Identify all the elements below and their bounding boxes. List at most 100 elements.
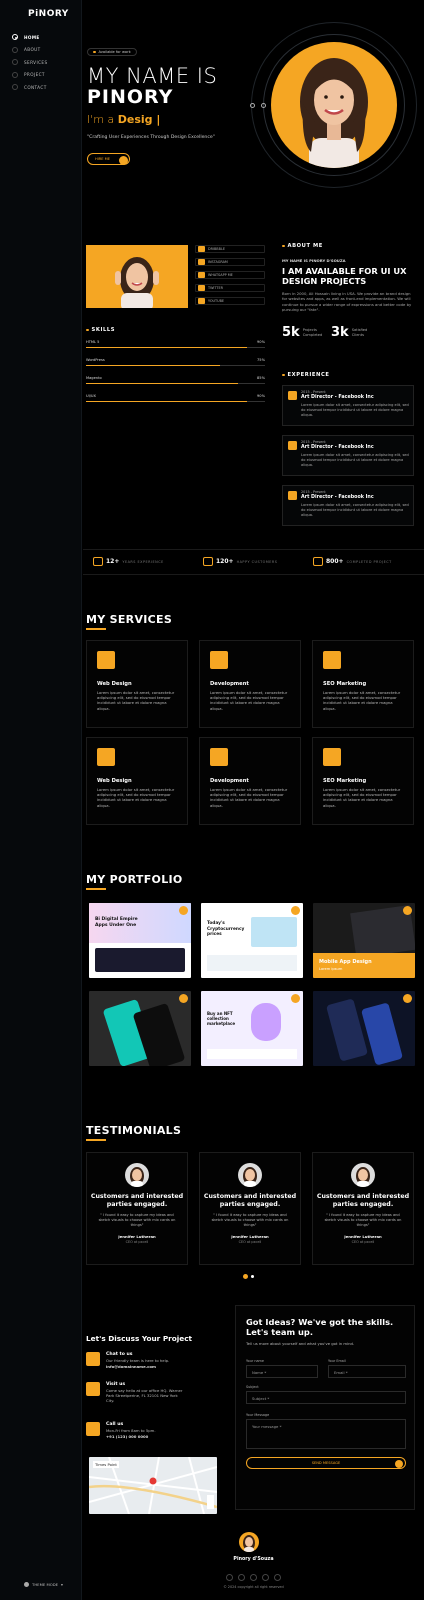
service-card[interactable]: Development Lorem ipsum dolor sit amet, c… <box>199 640 301 728</box>
subject-label: Subject <box>246 1385 259 1389</box>
nav-item-project[interactable]: PROJECT <box>12 69 48 82</box>
form-subtitle: Tell us more about yourself and what you… <box>246 1341 355 1346</box>
users-icon <box>203 557 213 566</box>
heading-underline <box>86 628 106 630</box>
nav-item-services[interactable]: SERVICES <box>12 56 48 69</box>
name-label: Your name <box>246 1359 264 1363</box>
service-card[interactable]: SEO Marketing Lorem ipsum dolor sit amet,… <box>312 737 414 825</box>
service-card[interactable]: Web Design Lorem ipsum dolor sit amet, co… <box>86 640 188 728</box>
social-instagram[interactable]: INSTAGRAM <box>195 258 265 266</box>
code-icon <box>210 748 228 766</box>
portfolio-item-2[interactable]: Today's Cryptocurrency prices <box>201 903 303 978</box>
briefcase-icon <box>288 491 297 500</box>
briefcase-icon <box>313 557 323 566</box>
service-card[interactable]: SEO Marketing Lorem ipsum dolor sit amet,… <box>312 640 414 728</box>
experience-card: 2015 - Present Art Director - Facebook In… <box>282 385 414 426</box>
service-card[interactable]: Development Lorem ipsum dolor sit amet, c… <box>199 737 301 825</box>
plus-icon <box>403 994 412 1003</box>
skill-item: Magento 85% <box>86 376 265 385</box>
skill-percent: 90% <box>257 340 265 344</box>
briefcase-icon <box>288 391 297 400</box>
about-heading: ABOUT ME <box>282 243 323 249</box>
skill-bar-fill <box>86 383 239 385</box>
experience-card: 2015 - Present Art Director - Facebook In… <box>282 485 414 526</box>
twitter-icon[interactable] <box>237 1574 245 1581</box>
hero-line-1: MY NAME IS <box>87 64 218 88</box>
theme-mode-toggle[interactable]: THEME MODE ▾ <box>24 1582 63 1587</box>
arrow-icon <box>118 155 128 165</box>
about-text: Born in 2000, Ali Hossain living in USA.… <box>282 291 412 313</box>
about-photo <box>86 245 188 308</box>
pinterest-icon[interactable] <box>274 1574 282 1581</box>
plus-icon <box>291 994 300 1003</box>
photo-illustration <box>115 257 159 308</box>
nav-dot-icon <box>12 59 18 66</box>
skill-bar-fill <box>86 401 248 403</box>
location-map[interactable]: Times Point <box>89 1457 217 1514</box>
contact-heading: Let's Discuss Your Project <box>86 1334 193 1343</box>
testimonial-card: Customers and interested parties engaged… <box>199 1152 301 1265</box>
plus-icon <box>291 906 300 915</box>
portfolio-item-4[interactable] <box>89 991 191 1066</box>
skill-bar-fill <box>86 365 221 367</box>
carousel-dot-active[interactable] <box>243 1274 248 1279</box>
message-field[interactable]: Your message * <box>246 1419 406 1449</box>
arrow-icon <box>395 1460 403 1468</box>
portfolio-item-1[interactable]: Bi Digital Empire Apps Under One <box>89 903 191 978</box>
hire-me-button[interactable]: HIRE ME <box>87 153 130 165</box>
phone-icon <box>86 1422 100 1436</box>
facebook-icon[interactable] <box>225 1574 233 1581</box>
code-icon <box>210 651 228 669</box>
email-field[interactable]: Email * <box>328 1365 406 1378</box>
social-dribbble[interactable]: DRIBBBLE <box>195 245 265 253</box>
portfolio-heading: MY PORTFOLIO <box>86 873 183 886</box>
hero-tagline: "Crafting User Experiences Through Desig… <box>87 135 215 140</box>
slider-dot[interactable] <box>250 103 255 108</box>
nav-dot-icon <box>12 34 18 41</box>
experience-heading: EXPERIENCE <box>282 372 330 378</box>
skill-name: HTML 5 <box>86 340 100 344</box>
skill-percent: 90% <box>257 394 265 398</box>
footer-name: Pinory d'Souza <box>233 1557 274 1562</box>
send-message-button[interactable]: SEND MESSAGE <box>246 1457 406 1469</box>
stat-projects: 5k Projects Completed <box>282 325 323 340</box>
nav-dot-icon <box>12 46 18 53</box>
counter-years: 12+ YEARS EXPERIENCE <box>93 557 164 566</box>
skill-bar <box>86 401 265 403</box>
social-twitter[interactable]: TWITTER <box>195 284 265 292</box>
heading-underline <box>86 888 106 890</box>
subject-field[interactable]: Subject * <box>246 1391 406 1404</box>
testimonial-card: Customers and interested parties engaged… <box>312 1152 414 1265</box>
plus-icon <box>179 906 188 915</box>
skill-bar <box>86 365 265 367</box>
nav-dot-icon <box>12 71 18 78</box>
nav-item-contact[interactable]: CONTACT <box>12 81 48 94</box>
carousel-dot[interactable] <box>251 1275 254 1278</box>
nav-item-about[interactable]: ABOUT <box>12 44 48 57</box>
nav-dot-icon <box>12 84 18 91</box>
skills-heading: SKILLS <box>86 327 115 333</box>
plus-icon <box>403 906 412 915</box>
hero-name: PINORY <box>87 86 174 108</box>
portfolio-item-6[interactable] <box>313 991 415 1066</box>
slider-dot[interactable] <box>261 103 266 108</box>
social-whatsapp[interactable]: WHATSAPP ME <box>195 271 265 279</box>
whatsapp-icon <box>198 272 205 278</box>
brand-logo[interactable]: PiNORY <box>28 9 69 19</box>
monitor-icon <box>97 748 115 766</box>
skill-bar-fill <box>86 347 248 349</box>
skill-item: HTML 5 90% <box>86 340 265 349</box>
message-label: Your Message <box>246 1413 270 1417</box>
heading-underline <box>86 1139 106 1141</box>
service-card[interactable]: Web Design Lorem ipsum dolor sit amet, co… <box>86 737 188 825</box>
social-youtube[interactable]: YOUTUBE <box>195 297 265 305</box>
nav-item-home[interactable]: HOME <box>12 31 48 44</box>
instagram-icon[interactable] <box>250 1574 257 1581</box>
portfolio-item-5[interactable]: Buy an NFT collection marketplace <box>201 991 303 1066</box>
portfolio-item-3[interactable]: Mobile App Design Lorem ipsum <box>313 903 415 978</box>
linkedin-icon[interactable] <box>262 1574 270 1581</box>
skill-percent: 75% <box>257 358 265 362</box>
form-title: Got Ideas? We've got the skills. Let's t… <box>246 1317 394 1337</box>
avatar <box>351 1163 375 1187</box>
name-field[interactable]: Name * <box>246 1365 318 1378</box>
